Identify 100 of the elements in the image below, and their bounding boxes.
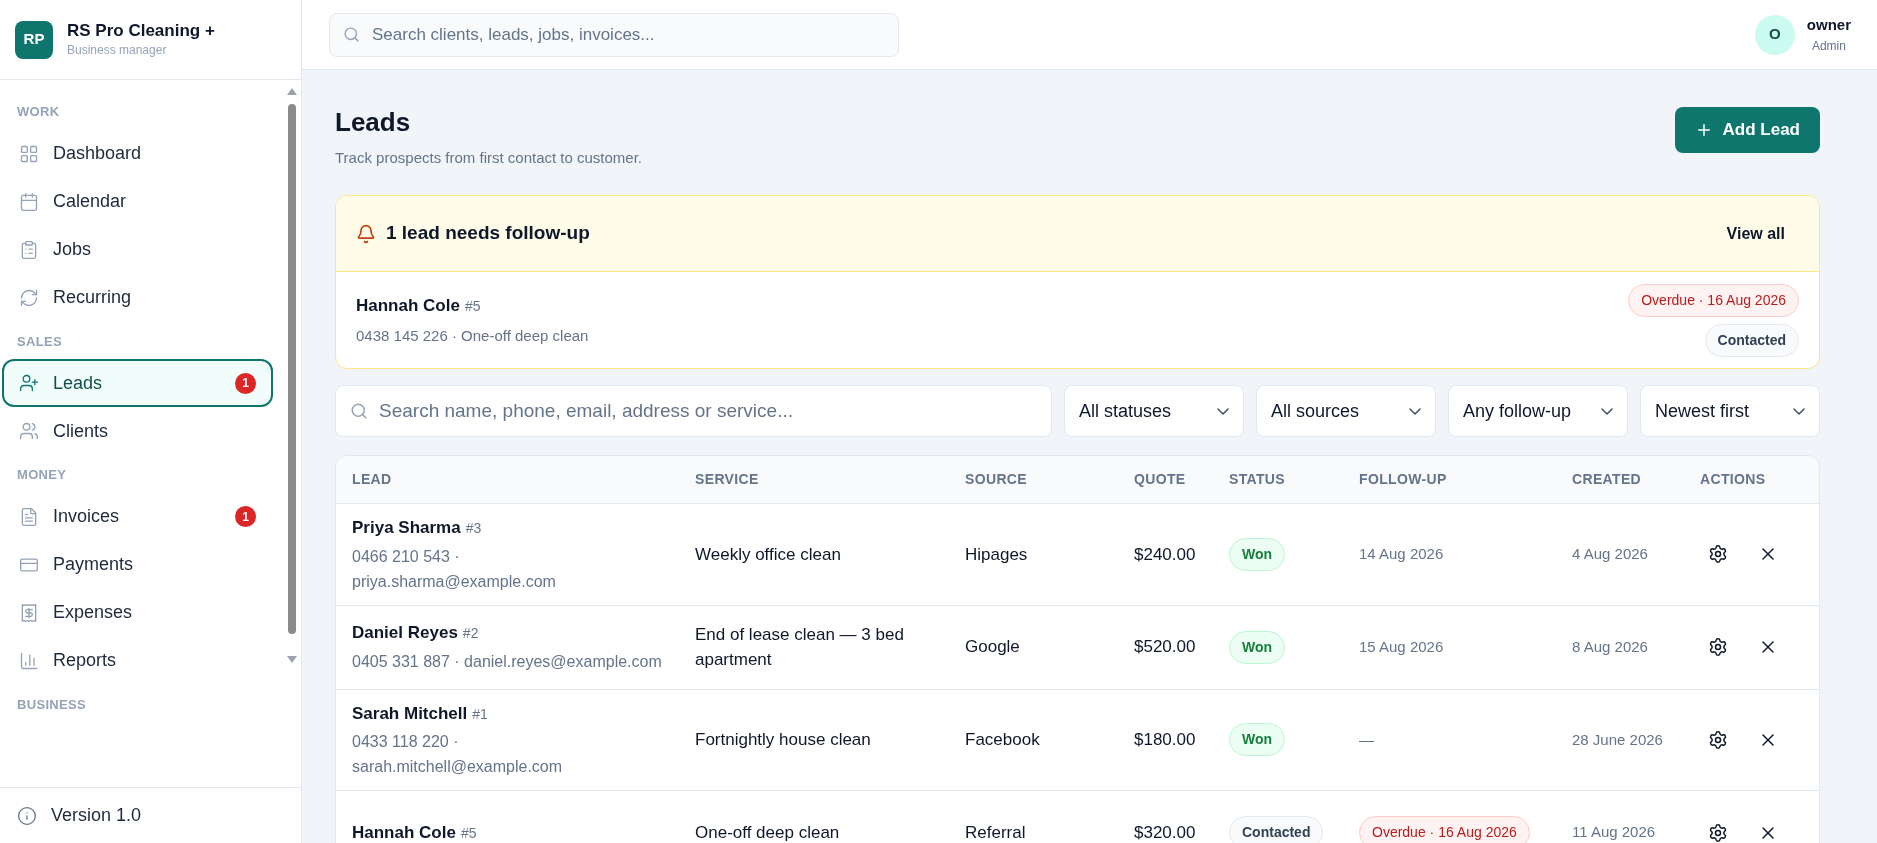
column-header: CREATED <box>1572 470 1643 489</box>
count-badge: 1 <box>235 506 256 527</box>
section-label: MONEY <box>16 466 68 484</box>
settings-button[interactable] <box>1708 729 1728 750</box>
status-badge: Contacted <box>1704 323 1799 357</box>
lead-number: #5 <box>460 823 477 843</box>
document-icon <box>19 506 39 527</box>
lead-search-field[interactable]: Search name, phone, email, address or service... <box>335 385 1052 437</box>
refresh-icon <box>19 287 39 308</box>
filter-dropdown[interactable]: Newest first <box>1640 385 1820 437</box>
column-header: FOLLOW-UP <box>1359 470 1448 489</box>
version-label: Version 1.0 <box>51 804 142 827</box>
user-plus-icon <box>19 373 39 393</box>
service-cell-text: One-off deep clean <box>695 822 841 843</box>
receipt-icon <box>19 602 39 623</box>
lead-number: #1 <box>472 704 488 724</box>
lead-number: #2 <box>462 624 479 644</box>
users-icon <box>19 421 39 441</box>
bell-icon <box>356 223 376 244</box>
service-cell-text: Fortnightly house clean <box>695 729 872 752</box>
created-cell-text: 4 Aug 2026 <box>1572 544 1649 564</box>
source-cell-text: Google <box>965 636 1021 659</box>
nav-item[interactable]: Payments <box>2 540 273 589</box>
status-badge: Contacted <box>1229 816 1324 843</box>
bar-chart-icon <box>19 650 39 671</box>
logo-badge: RP <box>15 20 53 59</box>
info-icon <box>17 805 37 826</box>
source-cell-text: Hipages <box>965 543 1029 566</box>
quote-cell-text: $320.00 <box>1134 821 1197 843</box>
settings-button[interactable] <box>1708 637 1728 657</box>
lead-number: #5 <box>464 297 481 316</box>
section-label: BUSINESS <box>16 695 88 714</box>
chevron-down-icon <box>1601 407 1613 415</box>
created-cell-text: 28 June 2026 <box>1572 729 1664 750</box>
quote-cell-text: $240.00 <box>1134 543 1197 566</box>
section-label: WORK <box>16 103 61 121</box>
nav-item[interactable]: Clients <box>2 407 273 455</box>
search-icon <box>343 26 360 43</box>
source-cell-text: Referral <box>965 821 1027 843</box>
settings-button[interactable] <box>1708 544 1728 565</box>
chevron-down-icon <box>1409 407 1421 415</box>
created-cell-text: 11 Aug 2026 <box>1572 822 1657 843</box>
user-name: owner <box>1806 15 1851 36</box>
quote-cell-text: $520.00 <box>1134 636 1197 659</box>
view-all-button[interactable]: View all <box>1712 221 1799 246</box>
search-icon <box>350 402 368 420</box>
grid-icon <box>19 143 39 164</box>
source-cell-text: Facebook <box>965 729 1041 751</box>
clipboard-icon <box>19 239 39 260</box>
lead-detail: 0438 145 226 · One-off deep clean <box>356 325 589 346</box>
lead-contact: 0466 210 543 · priya.sharma@example.com <box>352 546 557 592</box>
column-header: SOURCE <box>965 470 1028 489</box>
nav-item[interactable]: Calendar <box>2 177 273 226</box>
service-cell-text: Weekly office clean <box>695 543 842 566</box>
service-cell-text: End of lease clean — 3 bed apartment <box>695 624 905 671</box>
status-badge: Won <box>1229 630 1286 664</box>
nav-item[interactable]: Jobs <box>2 225 273 274</box>
nav-item[interactable]: Dashboard <box>2 129 273 178</box>
filter-dropdown[interactable]: All sources <box>1256 385 1436 437</box>
nav-item[interactable]: Expenses <box>2 588 273 637</box>
chevron-down-icon <box>1793 407 1805 415</box>
follow-up-date: 15 Aug 2026 <box>1359 638 1444 655</box>
overdue-badge: Overdue · 16 Aug 2026 <box>1628 283 1799 317</box>
created-cell-text: 8 Aug 2026 <box>1572 636 1649 657</box>
brand-subtitle: Business manager <box>67 42 168 60</box>
lead-name: Priya Sharma <box>352 517 461 539</box>
nav-item[interactable]: Reports <box>2 636 273 685</box>
alert-title: 1 lead needs follow-up <box>386 221 590 246</box>
lead-name: Sarah Mitchell <box>352 702 468 725</box>
filter-dropdown[interactable]: All statuses <box>1064 385 1244 437</box>
column-header: LEAD <box>352 470 393 489</box>
lead-contact: 0405 331 887 · daniel.reyes@example.com <box>352 651 663 672</box>
nav-item[interactable]: Recurring <box>2 273 273 322</box>
calendar-icon <box>19 191 39 212</box>
nav-item[interactable]: Leads 1 <box>2 359 273 407</box>
lead-name: Daniel Reyes <box>352 622 458 645</box>
nav-item[interactable]: Invoices 1 <box>2 492 273 541</box>
chevron-down-icon <box>1217 407 1229 415</box>
follow-up-date: — <box>1359 730 1374 748</box>
column-header: STATUS <box>1229 470 1287 489</box>
count-badge: 1 <box>235 372 256 394</box>
page-subtitle: Track prospects from first contact to customer. <box>335 147 643 168</box>
page-title: Leads <box>335 106 412 139</box>
lead-name: Hannah Cole <box>352 821 456 843</box>
lead-contact: 0433 118 220 · sarah.mitchell@example.com <box>352 732 564 777</box>
user-role: Admin <box>1811 37 1846 55</box>
user-avatar[interactable]: O <box>1754 14 1795 55</box>
column-header: QUOTE <box>1134 470 1187 489</box>
lead-name: Hannah Cole <box>356 295 460 317</box>
add-lead-button[interactable]: Add Lead <box>1674 107 1820 153</box>
filter-dropdown[interactable]: Any follow-up <box>1448 385 1628 437</box>
status-badge: Won <box>1229 723 1286 757</box>
column-header: ACTIONS <box>1700 470 1767 489</box>
overdue-badge: Overdue · 16 Aug 2026 <box>1359 816 1530 843</box>
global-search-field[interactable]: Search clients, leads, jobs, invoices... <box>329 12 899 57</box>
settings-button[interactable] <box>1708 822 1728 843</box>
quote-cell-text: $180.00 <box>1134 729 1197 751</box>
section-label: SALES <box>16 332 63 351</box>
lead-number: #3 <box>465 519 482 538</box>
brand-name: RS Pro Cleaning + <box>67 19 215 42</box>
